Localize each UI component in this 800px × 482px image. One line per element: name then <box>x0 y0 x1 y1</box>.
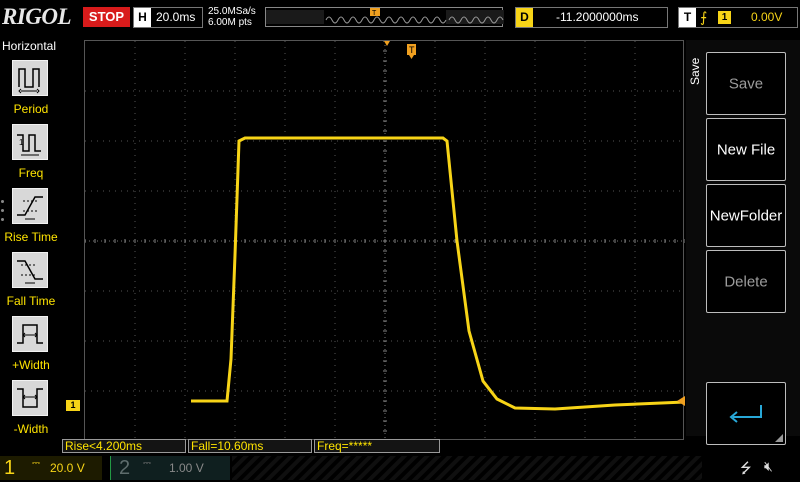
channel-1-status[interactable]: 1 ⎓ 20.0 V <box>0 456 102 480</box>
channel-1-number: 1 <box>4 457 16 479</box>
trigger-position-marker: T <box>384 41 416 59</box>
save-button[interactable]: Save <box>706 52 786 115</box>
grid-lines <box>85 41 685 441</box>
corner-marker-icon <box>775 434 783 442</box>
channel-status-bar: 1 ⎓ 20.0 V 2 ⎓ 1.00 V ⭍ 🔇︎ <box>0 456 800 480</box>
enter-return-icon <box>729 405 762 423</box>
memory-depth: 6.00M pts <box>208 17 252 28</box>
new-folder-label: NewFolder <box>709 207 783 224</box>
svg-text:1: 1 <box>19 138 24 147</box>
channel-2-number: 2 <box>119 457 131 479</box>
positive-width-icon <box>12 316 48 352</box>
menu-item-negative-width[interactable]: -Width <box>0 380 62 444</box>
save-menu-panel: Save Save New File NewFolder Delete <box>686 40 800 445</box>
channel-2-status[interactable]: 2 ⎓ 1.00 V <box>110 456 230 480</box>
timebase-value: 20.0ms <box>156 10 196 24</box>
menu-item-freq[interactable]: 1 Freq <box>0 124 62 188</box>
period-icon <box>12 60 48 96</box>
menu-item-label: Freq <box>18 166 44 180</box>
speaker-muted-icon: 🔇︎ <box>764 458 773 474</box>
waveform-grid: T <box>85 41 685 441</box>
top-status-bar: RIGOL STOP H 20.0ms 25.0MSa/s 6.00M pts … <box>0 0 800 36</box>
menu-item-label: -Width <box>13 422 49 436</box>
delay-display[interactable]: D -11.2000000ms <box>515 7 668 28</box>
delete-button[interactable]: Delete <box>706 250 786 313</box>
trigger-level-marker <box>677 396 685 406</box>
delete-label: Delete <box>724 273 768 290</box>
run-stop-status[interactable]: STOP <box>83 7 130 27</box>
dc-coupling-icon: ⎓ <box>32 458 40 469</box>
trigger-label: T <box>679 8 696 27</box>
dc-coupling-icon: ⎓ <box>143 458 151 469</box>
usb-icon: ⭍ <box>740 460 752 476</box>
menu-title: Horizontal <box>2 39 57 53</box>
inactive-channels-stripes <box>232 456 702 480</box>
delay-label: D <box>516 8 533 27</box>
sample-rate: 25.0MSa/s <box>208 6 256 17</box>
fall-time-icon <box>12 252 48 288</box>
acquisition-info: 25.0MSa/s 6.00M pts <box>208 6 256 28</box>
panel-title: Save <box>688 57 702 85</box>
trigger-source: 1 <box>718 11 731 24</box>
horizontal-label: H <box>134 8 151 27</box>
ch1-marker-label: 1 <box>70 400 76 410</box>
menu-item-label: Rise Time <box>4 230 58 244</box>
new-file-label: New File <box>716 141 776 158</box>
measurement-fall-time[interactable]: Fall=10.60ms <box>188 439 312 453</box>
menu-item-label: +Width <box>12 358 50 372</box>
waveform-display[interactable]: T <box>84 40 685 441</box>
menu-item-rise-time[interactable]: Rise Time <box>0 188 62 252</box>
measurement-rise-time[interactable]: Rise<4.200ms <box>62 439 186 453</box>
enter-button[interactable] <box>706 382 786 445</box>
menu-item-period[interactable]: Period <box>0 60 62 124</box>
menu-item-positive-width[interactable]: +Width <box>0 316 62 380</box>
menu-item-label: Fall Time <box>6 294 56 308</box>
menu-item-label: Period <box>13 102 49 116</box>
new-file-button[interactable]: New File <box>706 118 786 181</box>
measure-menu: Horizontal Period 1 Freq Rise Time Fall … <box>0 36 62 456</box>
ch1-trace <box>191 136 685 411</box>
measurement-frequency[interactable]: Freq=***** <box>314 439 440 453</box>
memory-position-strip[interactable]: T <box>265 7 504 27</box>
trigger-level: 0.00V <box>751 10 783 24</box>
negative-width-icon <box>12 380 48 416</box>
new-folder-button[interactable]: NewFolder <box>706 184 786 247</box>
menu-item-fall-time[interactable]: Fall Time <box>0 252 62 316</box>
delay-value: -11.2000000ms <box>556 10 639 24</box>
rigol-logo: RIGOL <box>2 4 72 29</box>
horizontal-timebase[interactable]: H 20.0ms <box>133 7 203 28</box>
trigger-display[interactable]: T ⨍ 1 0.00V <box>678 7 798 28</box>
rise-time-icon <box>12 188 48 224</box>
memory-overview-icon: T <box>266 8 504 24</box>
rising-edge-icon: ⨍ <box>700 9 708 25</box>
freq-icon: 1 <box>12 124 48 160</box>
svg-text:T: T <box>409 45 415 55</box>
save-button-label: Save <box>728 75 764 92</box>
svg-text:T: T <box>372 10 377 17</box>
channel-2-scale: 1.00 V <box>169 461 204 475</box>
channel-1-scale: 20.0 V <box>50 461 85 475</box>
ch1-offset-marker[interactable]: 1 <box>66 400 80 411</box>
